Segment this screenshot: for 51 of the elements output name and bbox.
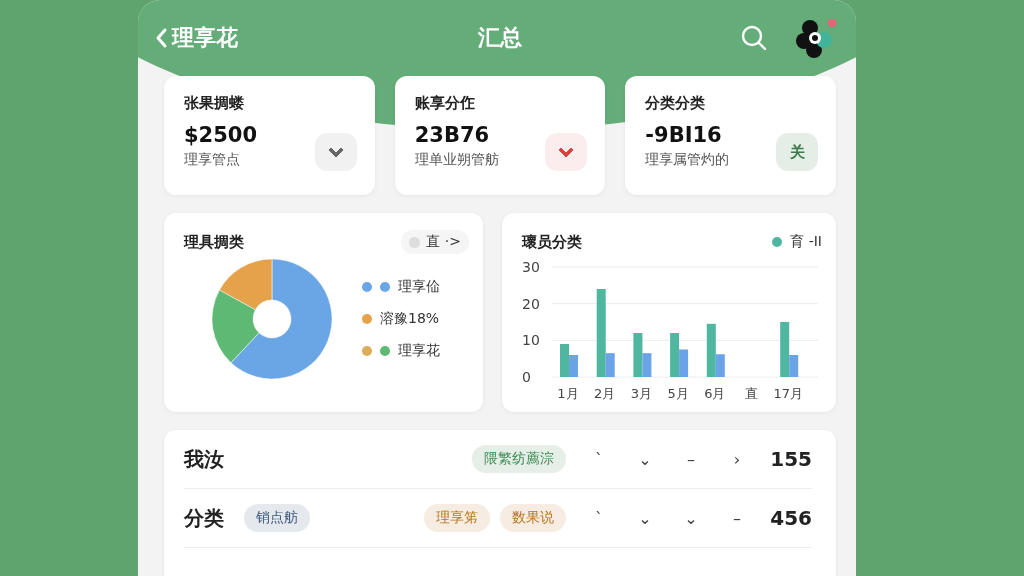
row-mark: ⌄ bbox=[637, 508, 653, 528]
row-mark: ⌄ bbox=[683, 508, 699, 528]
chart-title: 理具㨄类 bbox=[184, 232, 244, 252]
axis-label: 17月 bbox=[773, 386, 803, 401]
axis-label: 0 bbox=[522, 369, 531, 385]
card-title: 张果㨄蝼 bbox=[184, 94, 245, 113]
page-title: 汇总 bbox=[478, 24, 522, 52]
row-mark: ˋ bbox=[594, 449, 604, 469]
row-label: 分类 bbox=[184, 504, 224, 532]
card-subtitle: 理单业朔管舫 bbox=[414, 151, 499, 169]
tag: 隈繁纺薦淙 bbox=[472, 445, 566, 473]
card-subtitle: 理享属管灼的 bbox=[645, 151, 730, 169]
tag: 理享笫 bbox=[424, 504, 490, 532]
axis-label: 2月 bbox=[594, 386, 616, 401]
axis-label: 直 bbox=[745, 386, 758, 401]
filter-chip[interactable]: 直 ·> bbox=[401, 230, 469, 254]
row-label: 我汝 bbox=[184, 445, 224, 473]
expand-button[interactable] bbox=[545, 133, 588, 171]
back-button[interactable]: 理享花 bbox=[154, 23, 238, 53]
row-value: 456 bbox=[769, 506, 812, 530]
axis-label: 1月 bbox=[557, 386, 579, 401]
legend-label: 理享花 bbox=[398, 342, 440, 360]
axis-label: 5月 bbox=[667, 386, 689, 401]
row-mark: – bbox=[732, 508, 742, 528]
tag: 数果说 bbox=[500, 504, 566, 532]
back-chevron-icon bbox=[154, 27, 168, 49]
search-icon[interactable] bbox=[740, 24, 768, 52]
axis-label: 20 bbox=[522, 295, 540, 312]
tag: 销点舫 bbox=[244, 504, 310, 532]
row-mark: – bbox=[686, 449, 696, 469]
expand-button[interactable] bbox=[314, 133, 357, 171]
row-mark: ⌄ bbox=[637, 449, 653, 469]
legend-label: 理享佡 bbox=[398, 278, 440, 296]
legend-label: 溶豫18% bbox=[380, 310, 440, 328]
row-mark: › bbox=[732, 449, 742, 469]
axis-label: 3月 bbox=[630, 386, 653, 401]
axis-label: 30 bbox=[522, 259, 540, 275]
avatar-icon[interactable] bbox=[794, 16, 838, 60]
axis-label: 10 bbox=[522, 332, 540, 349]
stat-value: $2500 bbox=[184, 123, 258, 147]
axis-label: 6月 bbox=[704, 386, 726, 401]
card-subtitle: 理享管点 bbox=[184, 151, 241, 169]
legend-label: 育 -II bbox=[790, 233, 822, 251]
row-value: 155 bbox=[769, 447, 812, 471]
card-title: 账享分㑅 bbox=[414, 94, 476, 113]
toggle-button[interactable]: 关 bbox=[776, 133, 818, 171]
row-mark: ˋ bbox=[594, 508, 604, 528]
card-title: 分类分类 bbox=[645, 94, 707, 113]
chart-title: 瓌员分类 bbox=[522, 232, 582, 252]
stat-value: 23Β76 bbox=[414, 123, 491, 147]
stat-value: -9BI16 bbox=[645, 123, 723, 147]
